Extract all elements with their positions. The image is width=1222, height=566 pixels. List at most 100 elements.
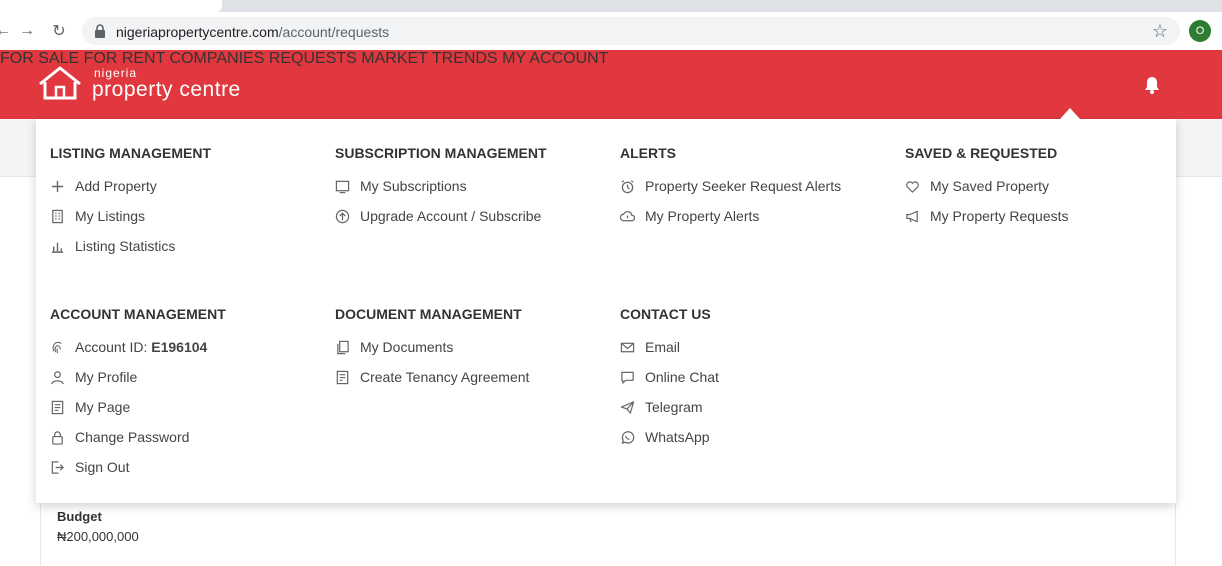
url-path: /account/requests [278, 24, 390, 40]
alerts-section: ALERTS Property Seeker Request Alerts My… [620, 145, 880, 224]
budget-value: ₦200,000,000 [57, 529, 139, 544]
section-title: CONTACT US [620, 306, 711, 322]
menu-telegram[interactable]: Telegram [620, 398, 703, 416]
site-logo[interactable]: nigeria property centre [36, 64, 240, 104]
menu-item-label: Listing Statistics [75, 238, 176, 254]
saved-requested-section: SAVED & REQUESTED My Saved Property My P… [905, 145, 1165, 224]
menu-item-label: Create Tenancy Agreement [360, 369, 530, 385]
bookmark-star-icon[interactable]: ☆ [1150, 21, 1170, 41]
menu-property-seeker-request-alerts[interactable]: Property Seeker Request Alerts [620, 177, 841, 195]
menu-sign-out[interactable]: Sign Out [50, 458, 129, 476]
account-id: Account ID: E196104 [50, 338, 207, 356]
site-header: nigeria property centre FOR SALE FOR REN… [0, 50, 1222, 119]
building-icon [52, 209, 63, 223]
section-title: LISTING MANAGEMENT [50, 145, 211, 161]
menu-whatsapp[interactable]: WhatsApp [620, 428, 710, 446]
contract-icon [336, 370, 349, 384]
menu-item-label: Online Chat [645, 369, 719, 385]
menu-item-label: Change Password [75, 429, 190, 445]
menu-change-password[interactable]: Change Password [50, 428, 189, 446]
listing-management-section: LISTING MANAGEMENT Add Property My Listi… [50, 145, 310, 254]
browser-tab-active[interactable] [0, 0, 222, 12]
chat-bubble-icon [621, 371, 634, 384]
menu-my-documents[interactable]: My Documents [335, 338, 453, 356]
menu-item-label: Property Seeker Request Alerts [645, 178, 842, 194]
user-icon [51, 370, 64, 384]
account-management-section: ACCOUNT MANAGEMENT Account ID: E196104 M… [50, 306, 310, 475]
address-bar[interactable]: nigeriapropertycentre.com/account/reques… [82, 17, 1180, 45]
menu-online-chat[interactable]: Online Chat [620, 368, 719, 386]
menu-email[interactable]: Email [620, 338, 680, 356]
house-logo-icon [39, 66, 81, 100]
menu-my-saved-property[interactable]: My Saved Property [905, 177, 1049, 195]
menu-item-label: My Page [75, 399, 131, 415]
menu-listing-statistics[interactable]: Listing Statistics [50, 237, 175, 255]
my-account-dropdown: LISTING MANAGEMENT Add Property My Listi… [36, 119, 1176, 503]
menu-add-property[interactable]: Add Property [50, 177, 157, 195]
monitor-icon [335, 180, 350, 193]
back-arrow-icon[interactable]: ← [0, 20, 14, 42]
browser-toolbar: ← → ↻ nigeriapropertycentre.com/account/… [0, 12, 1222, 51]
whatsapp-icon [621, 430, 635, 444]
arrow-up-circle-icon [335, 209, 350, 223]
menu-item-label: My Property Requests [930, 208, 1069, 224]
section-title: SUBSCRIPTION MANAGEMENT [335, 145, 547, 161]
reload-icon[interactable]: ↻ [48, 20, 70, 42]
menu-item-label: My Profile [75, 369, 138, 385]
menu-my-page[interactable]: My Page [50, 398, 130, 416]
nav-for-rent[interactable]: FOR RENT [84, 50, 165, 67]
nav-requests[interactable]: REQUESTS [269, 50, 357, 67]
menu-item-label: Sign Out [75, 459, 130, 475]
bar-chart-icon [51, 242, 64, 253]
subscription-management-section: SUBSCRIPTION MANAGEMENT My Subscriptions… [335, 145, 595, 224]
menu-item-label: Telegram [645, 399, 703, 415]
section-title: DOCUMENT MANAGEMENT [335, 306, 522, 322]
forward-arrow-icon[interactable]: → [16, 20, 38, 42]
bell-icon[interactable] [1144, 76, 1160, 94]
menu-item-label: Upgrade Account / Subscribe [360, 208, 542, 224]
menu-create-tenancy-agreement[interactable]: Create Tenancy Agreement [335, 368, 529, 386]
url-domain: nigeriapropertycentre.com [116, 24, 279, 40]
paper-plane-icon [620, 400, 635, 414]
menu-my-subscriptions[interactable]: My Subscriptions [335, 177, 467, 195]
menu-item-label: My Documents [360, 339, 454, 355]
menu-upgrade-account[interactable]: Upgrade Account / Subscribe [335, 207, 541, 225]
section-title: ALERTS [620, 145, 676, 161]
account-id-value: E196104 [151, 339, 208, 355]
menu-item-label: Add Property [75, 178, 157, 194]
plus-icon [51, 180, 64, 192]
account-id-label: Account ID: [75, 339, 148, 355]
browser-tab-strip [0, 0, 1222, 12]
menu-item-label: My Property Alerts [645, 208, 760, 224]
alarm-clock-icon [621, 179, 634, 193]
menu-item-label: My Subscriptions [360, 178, 467, 194]
logo-text-property-centre: property centre [92, 78, 241, 101]
sign-out-icon [51, 460, 64, 474]
budget-label: Budget [57, 509, 102, 524]
heart-icon [906, 180, 919, 193]
lock-icon [95, 24, 105, 38]
menu-item-label: Email [645, 339, 681, 355]
section-title: ACCOUNT MANAGEMENT [50, 306, 226, 322]
dropdown-caret [1060, 108, 1080, 119]
contact-us-section: CONTACT US Email Online Chat Telegram Wh… [620, 306, 880, 445]
menu-my-property-requests[interactable]: My Property Requests [905, 207, 1069, 225]
lock-icon [52, 430, 63, 445]
menu-my-property-alerts[interactable]: My Property Alerts [620, 207, 759, 225]
url-text: nigeriapropertycentre.com/account/reques… [116, 24, 389, 40]
menu-my-profile[interactable]: My Profile [50, 368, 137, 386]
nav-my-account[interactable]: MY ACCOUNT [502, 50, 608, 67]
menu-item-label: My Listings [75, 208, 146, 224]
menu-item-label: WhatsApp [645, 429, 710, 445]
menu-my-listings[interactable]: My Listings [50, 207, 145, 225]
nav-market-trends[interactable]: MARKET TRENDS [361, 50, 497, 67]
document-management-section: DOCUMENT MANAGEMENT My Documents Create … [335, 306, 595, 385]
megaphone-icon [906, 210, 918, 222]
menu-item-label: My Saved Property [930, 178, 1050, 194]
cloud-alert-icon [620, 210, 635, 221]
profile-avatar[interactable]: O [1189, 20, 1211, 42]
envelope-icon [620, 342, 635, 352]
browser-tab-inactive[interactable] [226, 0, 286, 12]
nav-companies[interactable]: COMPANIES [170, 50, 265, 67]
section-title: SAVED & REQUESTED [905, 145, 1058, 161]
